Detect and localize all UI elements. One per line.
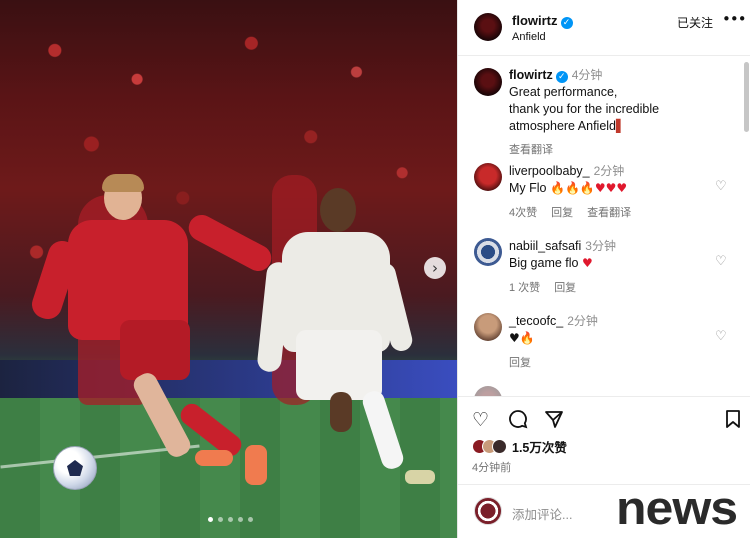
heart-icon[interactable]: ♡ bbox=[715, 254, 729, 269]
chevron-right-icon[interactable]: › bbox=[424, 257, 446, 279]
carousel-dot bbox=[228, 517, 233, 522]
comment-likes[interactable]: 1 次赞 bbox=[509, 282, 540, 294]
red-heart-emoji: ♥ bbox=[594, 181, 606, 195]
carousel-dots bbox=[208, 517, 253, 522]
comment-text: liverpoolbaby_ 2分钟 My Flo 🔥🔥🔥♥♥♥ bbox=[509, 163, 627, 197]
caption-username[interactable]: flowirtz bbox=[509, 68, 553, 82]
avatar bbox=[474, 497, 502, 525]
likes-summary[interactable]: 1.5万次赞 bbox=[472, 437, 567, 456]
post-photo[interactable]: › bbox=[0, 0, 457, 538]
post-actions: ♡ 1.5万次赞 4分钟前 bbox=[458, 396, 750, 484]
caption-line: thank you for the incredible bbox=[509, 102, 660, 116]
emoji-row: ♥🔥 bbox=[509, 331, 535, 345]
stadium-advert-board bbox=[0, 360, 457, 398]
post-location[interactable]: Anfield bbox=[512, 31, 546, 43]
caption-line: Great performance, bbox=[509, 85, 618, 99]
black-heart-emoji: ♥ bbox=[509, 331, 520, 345]
paper-plane-icon bbox=[545, 411, 563, 428]
comment-time: 3分钟 bbox=[585, 239, 616, 253]
comment-body: My Flo bbox=[509, 181, 547, 195]
red-player-boot bbox=[245, 445, 267, 485]
reply-button[interactable]: 回复 bbox=[509, 357, 531, 369]
post-time: 4分钟前 bbox=[472, 462, 512, 474]
white-player-leg bbox=[330, 392, 352, 432]
liker-avatar bbox=[492, 439, 507, 454]
comments-list[interactable]: flowirtz ✓ 4分钟 Great performance, thank yo… bbox=[458, 56, 750, 396]
comment-username[interactable]: _tecoofc_ bbox=[509, 314, 563, 328]
red-flag-emoji: ▌ bbox=[616, 119, 626, 133]
carousel-dot bbox=[208, 517, 213, 522]
comment-meta: 1 次赞 回复 bbox=[509, 279, 590, 295]
comment-username[interactable]: nabiil_safsafi bbox=[509, 239, 581, 253]
avatar[interactable] bbox=[474, 313, 502, 341]
comment-text: nabiil_safsafi 3分钟 Big game flo ♥ bbox=[509, 238, 616, 272]
verified-badge-icon: ✓ bbox=[555, 71, 568, 83]
avatar[interactable] bbox=[474, 238, 502, 266]
comment-bubble-icon[interactable] bbox=[508, 409, 530, 431]
white-player-shorts bbox=[296, 330, 382, 400]
bookmark-icon[interactable] bbox=[724, 409, 746, 431]
more-dots-icon[interactable]: ••• bbox=[722, 10, 747, 28]
post-side-panel: flowirtz ✓ Anfield 已关注 ••• flowirtz ✓ 4分钟 G… bbox=[457, 0, 750, 538]
avatar[interactable] bbox=[474, 163, 502, 191]
reply-button[interactable]: 回复 bbox=[554, 282, 576, 294]
fire-emoji: 🔥 bbox=[549, 181, 565, 195]
red-player-hair bbox=[102, 174, 144, 192]
reply-button[interactable]: 回复 bbox=[551, 207, 573, 219]
carousel-dot bbox=[218, 517, 223, 522]
fire-emoji: 🔥 bbox=[564, 181, 580, 195]
red-heart-emoji: ♥ bbox=[581, 256, 593, 270]
carousel-dot bbox=[248, 517, 253, 522]
heart-icon[interactable]: ♡ bbox=[472, 409, 494, 431]
fire-emoji: 🔥 bbox=[579, 181, 595, 195]
fire-emoji: 🔥 bbox=[519, 331, 535, 345]
red-player-boot bbox=[195, 450, 233, 466]
emoji-row: 🔥🔥🔥♥♥♥ bbox=[550, 181, 627, 195]
news-watermark: news bbox=[616, 481, 738, 535]
see-translation-link[interactable]: 查看翻译 bbox=[509, 141, 553, 157]
scrollbar[interactable] bbox=[744, 62, 749, 132]
comment-username[interactable]: liverpoolbaby_ bbox=[509, 164, 590, 178]
comment-time: 2分钟 bbox=[593, 164, 625, 178]
paper-plane-icon[interactable] bbox=[544, 409, 566, 431]
username-text[interactable]: flowirtz bbox=[512, 13, 558, 28]
following-button[interactable]: 已关注 bbox=[677, 14, 713, 31]
avatar[interactable] bbox=[474, 386, 502, 396]
comment-text: _tecoofc_ 2分钟 ♥🔥 bbox=[509, 313, 598, 347]
red-heart-emoji: ♥ bbox=[616, 181, 628, 195]
white-player-head bbox=[320, 188, 356, 232]
heart-icon[interactable]: ♡ bbox=[715, 329, 729, 344]
comment-time: 2分钟 bbox=[567, 314, 598, 328]
caption-text: flowirtz ✓ 4分钟 Great performance, thank yo… bbox=[509, 67, 659, 135]
red-player-shorts bbox=[120, 320, 190, 380]
post-header: flowirtz ✓ Anfield 已关注 ••• bbox=[458, 0, 750, 56]
likes-count[interactable]: 1.5万次赞 bbox=[512, 437, 567, 456]
verified-badge-icon: ✓ bbox=[560, 17, 573, 29]
caption-time: 4分钟 bbox=[571, 68, 603, 82]
white-player-boot bbox=[405, 470, 435, 484]
comment-meta: 回复 bbox=[509, 354, 545, 370]
heart-icon[interactable]: ♡ bbox=[715, 179, 729, 194]
football bbox=[53, 446, 97, 490]
caption-line: atmosphere Anfield bbox=[509, 119, 617, 133]
comment-meta: 4次赞 回复 查看翻译 bbox=[509, 204, 645, 220]
bookmark-icon bbox=[726, 410, 740, 428]
comment-bubble-icon bbox=[509, 410, 528, 429]
red-heart-emoji: ♥ bbox=[605, 181, 617, 195]
post-author[interactable]: flowirtz ✓ bbox=[512, 13, 573, 29]
avatar[interactable] bbox=[474, 68, 502, 96]
carousel-dot bbox=[238, 517, 243, 522]
avatar[interactable] bbox=[474, 13, 502, 41]
comment-likes[interactable]: 4次赞 bbox=[509, 207, 537, 219]
comment-input[interactable]: 添加评论... bbox=[512, 504, 572, 523]
comment-body: Big game flo bbox=[509, 256, 579, 270]
see-translation-link[interactable]: 查看翻译 bbox=[587, 207, 631, 219]
